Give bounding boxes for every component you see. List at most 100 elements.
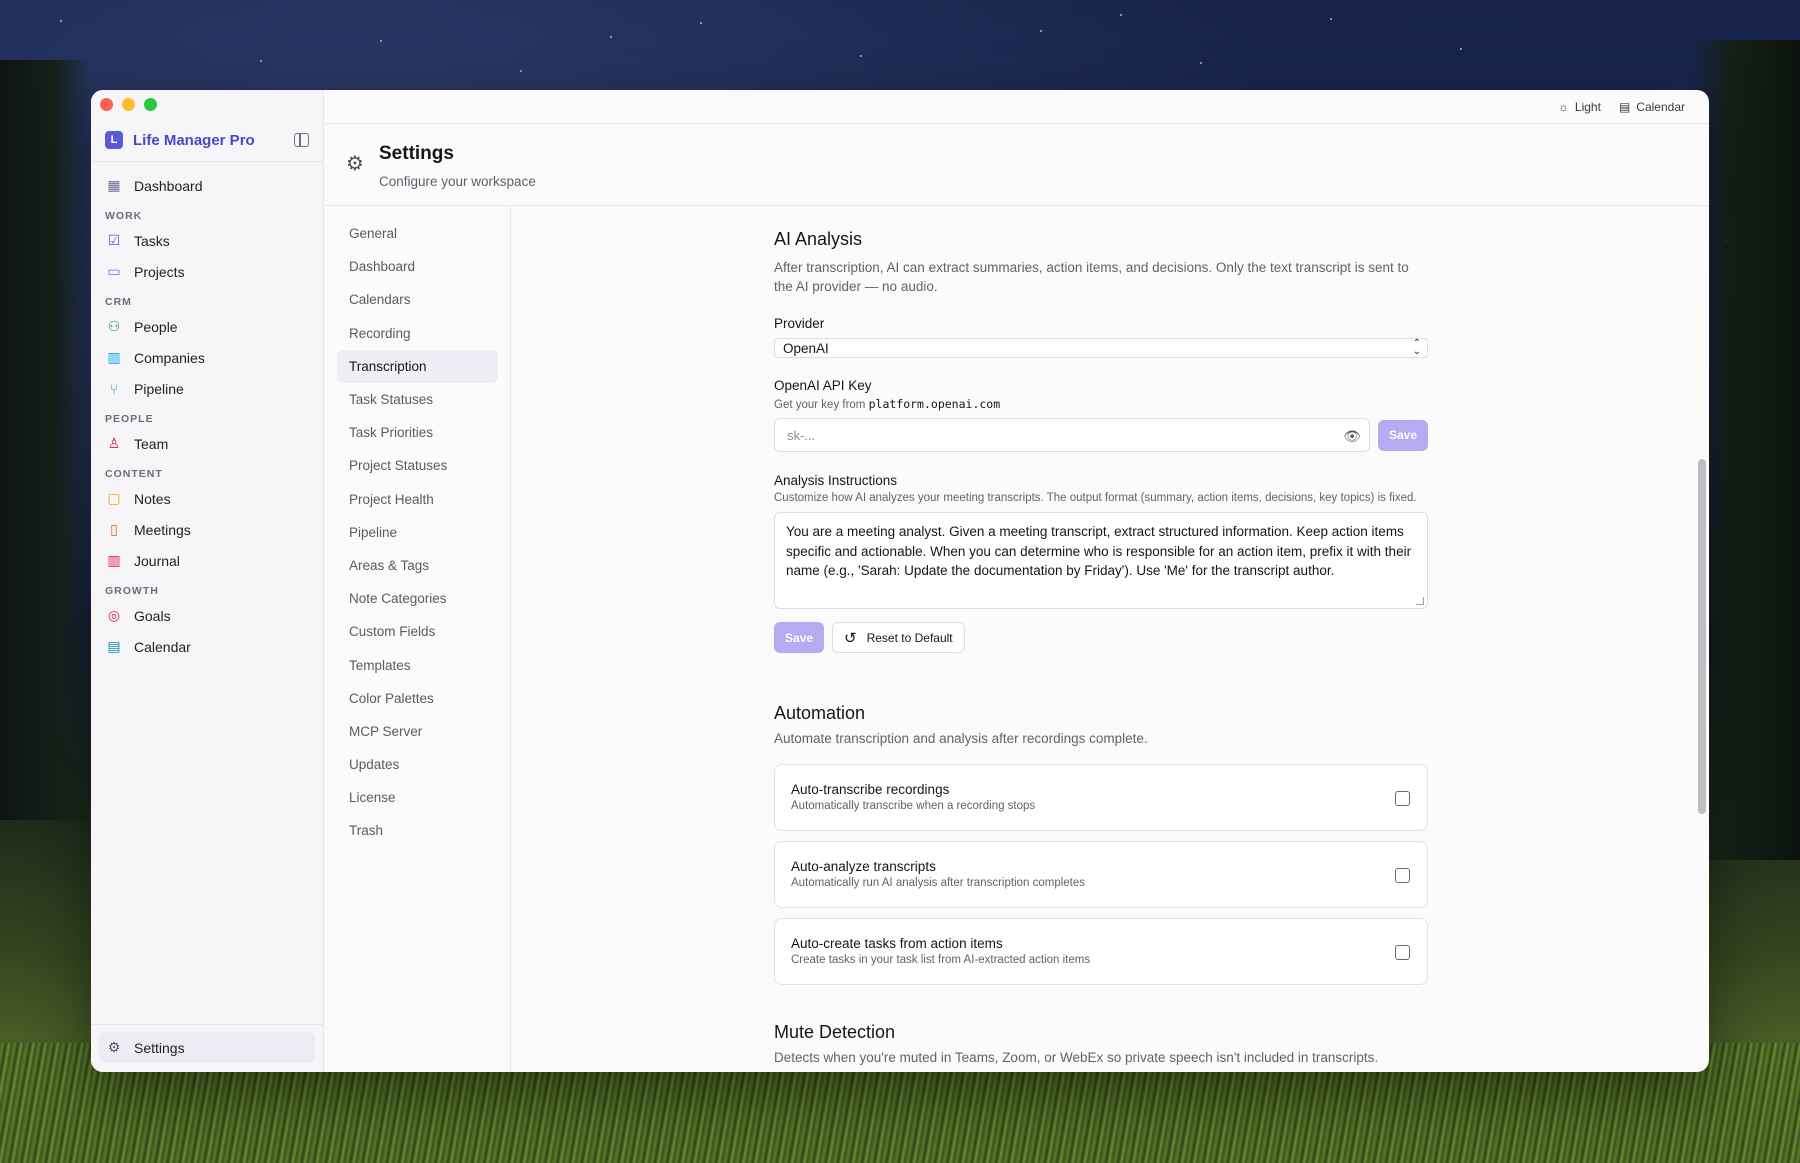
sidebar-item-notes[interactable]: ▢ Notes	[99, 483, 315, 514]
layout-grid-icon: ▦	[107, 177, 121, 193]
sidebar-item-tasks[interactable]: ☑ Tasks	[99, 225, 315, 256]
sidebar-item-pipeline[interactable]: ⑂ Pipeline	[99, 373, 315, 404]
api-key-placeholder: sk-...	[787, 427, 816, 443]
sidebar-nav: ▦ Dashboard WORK ☑ Tasks ▭ Projects CRM ⚇ People ▥…	[99, 170, 315, 662]
toggle-description: Automatically run AI analysis after tran…	[791, 877, 1086, 889]
sidebar-item-label: Projects	[134, 263, 185, 280]
settings-tab-color-palettes[interactable]: Color Palettes	[337, 682, 498, 715]
building-icon: ▥	[107, 349, 121, 365]
sidebar-collapse-icon[interactable]	[294, 133, 309, 147]
minimize-window-button[interactable]	[122, 98, 135, 111]
settings-tab-updates[interactable]: Updates	[337, 748, 498, 781]
calendar-icon: ▤	[1618, 99, 1631, 114]
sidebar-item-projects[interactable]: ▭ Projects	[99, 256, 315, 287]
settings-content: AI Analysis After transcription, AI can …	[512, 206, 1709, 1072]
provider-label: Provider	[774, 316, 825, 331]
theme-toggle-button[interactable]: ☼ Light	[1558, 100, 1601, 114]
chevron-updown-icon: ⌃ ⌄	[1412, 338, 1421, 357]
provider-select[interactable]: OpenAI ⌃ ⌄	[774, 338, 1428, 358]
sidebar-item-people[interactable]: ⚇ People	[99, 311, 315, 342]
sidebar-item-label: Companies	[134, 349, 205, 366]
sidebar-item-meetings[interactable]: ▯ Meetings	[99, 514, 315, 545]
settings-tab-note-categories[interactable]: Note Categories	[337, 582, 498, 615]
close-window-button[interactable]	[100, 98, 113, 111]
settings-tab-task-statuses[interactable]: Task Statuses	[337, 383, 498, 416]
settings-tab-project-health[interactable]: Project Health	[337, 483, 498, 516]
settings-tab-dashboard[interactable]: Dashboard	[337, 250, 498, 283]
api-key-hint-text: Get your key from	[774, 399, 866, 411]
meetings-icon: ▯	[110, 521, 118, 537]
reset-default-button[interactable]: ↺ Reset to Default	[832, 622, 965, 653]
settings-tab-general[interactable]: General	[337, 217, 498, 250]
sidebar-item-settings[interactable]: ⚙ Settings	[99, 1032, 315, 1063]
sidebar-item-label: Pipeline	[134, 380, 184, 397]
rotate-ccw-icon: ↺	[844, 629, 857, 647]
toggle-checkbox[interactable]	[1395, 945, 1410, 960]
zoom-window-button[interactable]	[144, 98, 157, 111]
settings-tab-transcription[interactable]: Transcription	[337, 349, 498, 383]
sun-icon: ☼	[1557, 99, 1569, 114]
section-title: AI Analysis	[774, 229, 863, 249]
section-title: Mute Detection	[774, 1022, 896, 1042]
api-key-input[interactable]: sk-... 👁	[774, 418, 1370, 452]
settings-tab-trash[interactable]: Trash	[337, 814, 498, 847]
instructions-textarea[interactable]: You are a meeting analyst. Given a meeti…	[774, 512, 1428, 609]
sidebar-item-team[interactable]: ♙ Team	[99, 428, 315, 459]
provider-value: OpenAI	[783, 340, 829, 356]
settings-tab-task-priorities[interactable]: Task Priorities	[337, 416, 498, 449]
ai-analysis-section: AI Analysis After transcription, AI can …	[774, 229, 1428, 653]
settings-tab-templates[interactable]: Templates	[337, 648, 498, 681]
calendar-button-label: Calendar	[1636, 99, 1685, 114]
sidebar-item-journal[interactable]: ▥ Journal	[99, 545, 315, 576]
theme-toggle-label: Light	[1574, 99, 1601, 114]
instructions-label: Analysis Instructions	[774, 473, 898, 488]
api-key-save-button[interactable]: Save	[1378, 419, 1428, 451]
sidebar-section-label: WORK	[105, 210, 143, 222]
sidebar-section-label: GROWTH	[105, 585, 159, 597]
settings-tab-custom-fields[interactable]: Custom Fields	[337, 615, 498, 648]
top-bar: ☼ Light ▤ Calendar	[325, 90, 1709, 124]
toggle-checkbox[interactable]	[1395, 791, 1410, 806]
users-icon: ⚇	[107, 318, 121, 334]
calendar-button[interactable]: ▤ Calendar	[1619, 100, 1685, 114]
instructions-save-button[interactable]: Save	[774, 622, 824, 653]
window-controls	[100, 98, 157, 111]
section-title: Automation	[774, 703, 866, 723]
resize-handle-icon[interactable]	[1416, 597, 1424, 605]
instructions-actions: Save ↺ Reset to Default	[774, 622, 1428, 653]
settings-tab-pipeline[interactable]: Pipeline	[337, 516, 498, 549]
app-name[interactable]: Life Manager Pro	[133, 132, 255, 149]
sidebar-item-label: Dashboard	[134, 177, 203, 194]
app-window: L Life Manager Pro ▦ Dashboard WORK ☑ Tasks ▭…	[91, 90, 1709, 1072]
settings-nav: General Dashboard Calendars Recording Transc…	[325, 206, 511, 1072]
section-description: Detects when you're muted in Teams, Zoom…	[774, 1050, 1379, 1065]
gear-icon: ⚙	[346, 153, 364, 175]
sidebar-divider	[91, 161, 323, 162]
toggle-checkbox[interactable]	[1395, 868, 1410, 883]
content-scrollbar[interactable]	[1698, 459, 1706, 814]
sidebar-item-calendar[interactable]: ▤ Calendar	[99, 631, 315, 662]
automation-toggles: Auto-transcribe recordings Automatically …	[774, 764, 1428, 985]
settings-tab-project-statuses[interactable]: Project Statuses	[337, 449, 498, 482]
sidebar-divider-bottom	[91, 1024, 323, 1025]
sidebar-item-label: Team	[134, 435, 169, 452]
sidebar-item-label: Settings	[134, 1039, 185, 1056]
settings-tab-recording[interactable]: Recording	[337, 317, 498, 350]
sidebar-item-label: Meetings	[134, 521, 191, 538]
sidebar-item-label: Notes	[134, 490, 171, 507]
api-key-hint-link[interactable]: platform.openai.com	[869, 397, 1001, 411]
app-logo-icon: L	[105, 131, 123, 149]
settings-tab-calendars[interactable]: Calendars	[337, 283, 498, 316]
sidebar-item-goals[interactable]: ◎ Goals	[99, 600, 315, 631]
settings-tab-mcp-server[interactable]: MCP Server	[337, 715, 498, 748]
brand: L Life Manager Pro	[105, 129, 309, 151]
automation-toggle-card: Auto-analyze transcripts Automatically ru…	[774, 841, 1428, 908]
note-icon: ▢	[107, 490, 121, 506]
settings-tab-areas-tags[interactable]: Areas & Tags	[337, 549, 498, 582]
section-description: After transcription, AI can extract summ…	[774, 260, 1409, 294]
sidebar-item-companies[interactable]: ▥ Companies	[99, 342, 315, 373]
mute-detection-section: Mute Detection Detects when you're muted…	[774, 1022, 1428, 1067]
eye-icon[interactable]: 👁	[1343, 428, 1361, 445]
sidebar-item-dashboard[interactable]: ▦ Dashboard	[99, 170, 315, 201]
settings-tab-license[interactable]: License	[337, 781, 498, 814]
